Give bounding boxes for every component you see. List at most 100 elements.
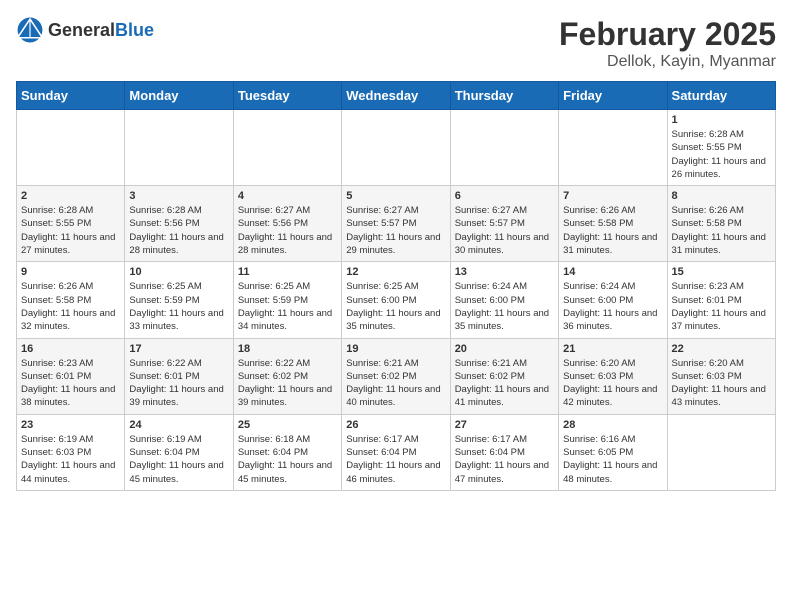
day-number: 3	[129, 190, 228, 202]
calendar-cell: 10Sunrise: 6:25 AM Sunset: 5:59 PM Dayli…	[125, 262, 233, 338]
calendar-cell: 19 Sunrise: 6:21 AM Sunset: 6:02 PM Dayli…	[342, 338, 450, 414]
day-info: Sunrise: 6:27 AM Sunset: 5:56 PM Dayligh…	[238, 204, 337, 257]
day-number: 26	[346, 419, 445, 431]
day-info: Sunrise: 6:23 AM Sunset: 6:01 PM Dayligh…	[672, 280, 771, 333]
calendar-cell	[342, 110, 450, 186]
calendar-cell: 17Sunrise: 6:22 AM Sunset: 6:01 PM Dayli…	[125, 338, 233, 414]
logo: GeneralBlue	[16, 16, 154, 44]
calendar-cell: 23Sunrise: 6:19 AM Sunset: 6:03 PM Dayli…	[17, 414, 125, 490]
calendar-cell: 16Sunrise: 6:23 AM Sunset: 6:01 PM Dayli…	[17, 338, 125, 414]
day-info: Sunrise: 6:21 AM Sunset: 6:02 PM Dayligh…	[346, 357, 445, 410]
day-info: Sunrise: 6:24 AM Sunset: 6:00 PM Dayligh…	[455, 280, 554, 333]
logo-icon	[16, 16, 44, 44]
calendar-cell	[559, 110, 667, 186]
calendar-cell: 13 Sunrise: 6:24 AM Sunset: 6:00 PM Dayli…	[450, 262, 558, 338]
weekday-header-row: SundayMondayTuesdayWednesdayThursdayFrid…	[17, 82, 776, 110]
day-info: Sunrise: 6:28 AM Sunset: 5:56 PM Dayligh…	[129, 204, 228, 257]
day-number: 1	[672, 114, 771, 126]
weekday-header-saturday: Saturday	[667, 82, 775, 110]
weekday-header-monday: Monday	[125, 82, 233, 110]
week-row-2: 2 Sunrise: 6:28 AM Sunset: 5:55 PM Daylig…	[17, 186, 776, 262]
day-info: Sunrise: 6:25 AM Sunset: 6:00 PM Dayligh…	[346, 280, 445, 333]
calendar-cell: 15Sunrise: 6:23 AM Sunset: 6:01 PM Dayli…	[667, 262, 775, 338]
weekday-header-tuesday: Tuesday	[233, 82, 341, 110]
day-number: 17	[129, 343, 228, 355]
calendar-cell: 7 Sunrise: 6:26 AM Sunset: 5:58 PM Daylig…	[559, 186, 667, 262]
day-info: Sunrise: 6:25 AM Sunset: 5:59 PM Dayligh…	[129, 280, 228, 333]
day-info: Sunrise: 6:20 AM Sunset: 6:03 PM Dayligh…	[672, 357, 771, 410]
day-info: Sunrise: 6:17 AM Sunset: 6:04 PM Dayligh…	[346, 433, 445, 486]
day-number: 14	[563, 266, 662, 278]
day-number: 25	[238, 419, 337, 431]
logo-text-area: GeneralBlue	[48, 20, 154, 41]
day-number: 11	[238, 266, 337, 278]
day-number: 28	[563, 419, 662, 431]
weekday-header-sunday: Sunday	[17, 82, 125, 110]
calendar-cell: 2 Sunrise: 6:28 AM Sunset: 5:55 PM Daylig…	[17, 186, 125, 262]
day-number: 21	[563, 343, 662, 355]
calendar-cell: 20Sunrise: 6:21 AM Sunset: 6:02 PM Dayli…	[450, 338, 558, 414]
calendar-cell	[667, 414, 775, 490]
day-number: 12	[346, 266, 445, 278]
calendar-cell: 14 Sunrise: 6:24 AM Sunset: 6:00 PM Dayli…	[559, 262, 667, 338]
calendar-cell: 27 Sunrise: 6:17 AM Sunset: 6:04 PM Dayli…	[450, 414, 558, 490]
weekday-header-friday: Friday	[559, 82, 667, 110]
day-info: Sunrise: 6:28 AM Sunset: 5:55 PM Dayligh…	[672, 128, 771, 181]
day-number: 9	[21, 266, 120, 278]
week-row-4: 16Sunrise: 6:23 AM Sunset: 6:01 PM Dayli…	[17, 338, 776, 414]
day-number: 23	[21, 419, 120, 431]
logo-general: GeneralBlue	[48, 20, 154, 41]
day-info: Sunrise: 6:27 AM Sunset: 5:57 PM Dayligh…	[455, 204, 554, 257]
header: GeneralBlue February 2025 Dellok, Kayin,…	[16, 16, 776, 71]
day-number: 27	[455, 419, 554, 431]
day-info: Sunrise: 6:16 AM Sunset: 6:05 PM Dayligh…	[563, 433, 662, 486]
calendar-cell: 5Sunrise: 6:27 AM Sunset: 5:57 PM Daylig…	[342, 186, 450, 262]
day-number: 5	[346, 190, 445, 202]
calendar: SundayMondayTuesdayWednesdayThursdayFrid…	[16, 81, 776, 491]
week-row-3: 9 Sunrise: 6:26 AM Sunset: 5:58 PM Daylig…	[17, 262, 776, 338]
calendar-cell	[450, 110, 558, 186]
day-number: 8	[672, 190, 771, 202]
day-number: 6	[455, 190, 554, 202]
calendar-cell: 4 Sunrise: 6:27 AM Sunset: 5:56 PM Daylig…	[233, 186, 341, 262]
calendar-cell: 28 Sunrise: 6:16 AM Sunset: 6:05 PM Dayli…	[559, 414, 667, 490]
day-info: Sunrise: 6:17 AM Sunset: 6:04 PM Dayligh…	[455, 433, 554, 486]
sub-title: Dellok, Kayin, Myanmar	[559, 53, 776, 71]
calendar-cell: 21 Sunrise: 6:20 AM Sunset: 6:03 PM Dayli…	[559, 338, 667, 414]
day-number: 16	[21, 343, 120, 355]
day-info: Sunrise: 6:19 AM Sunset: 6:04 PM Dayligh…	[129, 433, 228, 486]
calendar-cell: 1 Sunrise: 6:28 AM Sunset: 5:55 PM Daylig…	[667, 110, 775, 186]
day-info: Sunrise: 6:18 AM Sunset: 6:04 PM Dayligh…	[238, 433, 337, 486]
calendar-cell: 26 Sunrise: 6:17 AM Sunset: 6:04 PM Dayli…	[342, 414, 450, 490]
day-info: Sunrise: 6:24 AM Sunset: 6:00 PM Dayligh…	[563, 280, 662, 333]
calendar-cell: 12 Sunrise: 6:25 AM Sunset: 6:00 PM Dayli…	[342, 262, 450, 338]
week-row-5: 23Sunrise: 6:19 AM Sunset: 6:03 PM Dayli…	[17, 414, 776, 490]
day-info: Sunrise: 6:26 AM Sunset: 5:58 PM Dayligh…	[563, 204, 662, 257]
week-row-1: 1 Sunrise: 6:28 AM Sunset: 5:55 PM Daylig…	[17, 110, 776, 186]
calendar-cell: 22 Sunrise: 6:20 AM Sunset: 6:03 PM Dayli…	[667, 338, 775, 414]
title-area: February 2025 Dellok, Kayin, Myanmar	[559, 16, 776, 71]
calendar-cell	[125, 110, 233, 186]
day-info: Sunrise: 6:22 AM Sunset: 6:02 PM Dayligh…	[238, 357, 337, 410]
day-number: 4	[238, 190, 337, 202]
day-info: Sunrise: 6:26 AM Sunset: 5:58 PM Dayligh…	[672, 204, 771, 257]
day-number: 24	[129, 419, 228, 431]
day-info: Sunrise: 6:20 AM Sunset: 6:03 PM Dayligh…	[563, 357, 662, 410]
day-number: 7	[563, 190, 662, 202]
calendar-cell: 24 Sunrise: 6:19 AM Sunset: 6:04 PM Dayli…	[125, 414, 233, 490]
calendar-cell: 25 Sunrise: 6:18 AM Sunset: 6:04 PM Dayli…	[233, 414, 341, 490]
weekday-header-thursday: Thursday	[450, 82, 558, 110]
calendar-cell: 3 Sunrise: 6:28 AM Sunset: 5:56 PM Daylig…	[125, 186, 233, 262]
day-number: 2	[21, 190, 120, 202]
day-number: 19	[346, 343, 445, 355]
day-info: Sunrise: 6:26 AM Sunset: 5:58 PM Dayligh…	[21, 280, 120, 333]
day-number: 13	[455, 266, 554, 278]
calendar-cell: 18 Sunrise: 6:22 AM Sunset: 6:02 PM Dayli…	[233, 338, 341, 414]
day-info: Sunrise: 6:25 AM Sunset: 5:59 PM Dayligh…	[238, 280, 337, 333]
calendar-cell: 8 Sunrise: 6:26 AM Sunset: 5:58 PM Daylig…	[667, 186, 775, 262]
day-number: 22	[672, 343, 771, 355]
day-number: 18	[238, 343, 337, 355]
day-info: Sunrise: 6:28 AM Sunset: 5:55 PM Dayligh…	[21, 204, 120, 257]
calendar-cell: 9 Sunrise: 6:26 AM Sunset: 5:58 PM Daylig…	[17, 262, 125, 338]
main-title: February 2025	[559, 16, 776, 53]
